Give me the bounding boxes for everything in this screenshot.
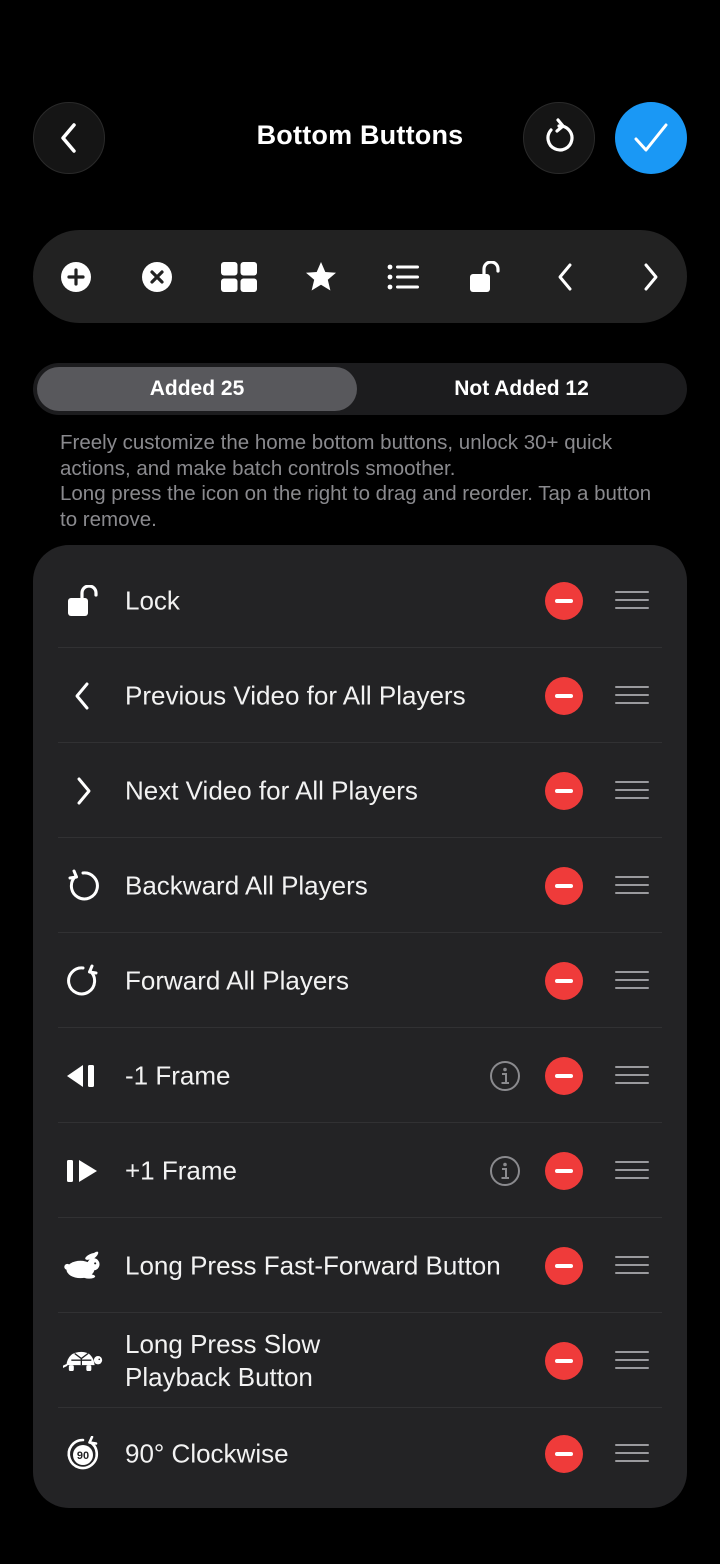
chevron-left-icon: [63, 676, 103, 716]
frame-forward-icon: [63, 1151, 103, 1191]
drag-handle-icon[interactable]: [615, 1443, 649, 1464]
remove-button[interactable]: [545, 1246, 583, 1285]
info-icon[interactable]: [489, 1060, 521, 1092]
remove-button[interactable]: [545, 771, 583, 810]
turtle-icon: [63, 1341, 103, 1381]
checkmark-icon: [634, 123, 668, 152]
drag-handle-icon[interactable]: [615, 590, 649, 611]
frame-back-icon: [63, 1056, 103, 1096]
description-line-2: Long press the icon on the right to drag…: [60, 482, 652, 531]
list-item-label: +1 Frame: [125, 1155, 237, 1185]
list-item-label: 90° Clockwise: [125, 1438, 289, 1468]
list-item[interactable]: Lock: [33, 553, 687, 648]
remove-button[interactable]: [545, 1151, 583, 1190]
reset-button[interactable]: [523, 102, 595, 174]
remove-button[interactable]: [545, 676, 583, 715]
drag-handle-icon[interactable]: [615, 1160, 649, 1181]
remove-button[interactable]: [545, 1434, 583, 1473]
list-item-label: Forward All Players: [125, 965, 349, 995]
rotate-cw-icon: [63, 961, 103, 1001]
unlock-icon: [63, 581, 103, 621]
list-item-label: -1 Frame: [125, 1060, 231, 1090]
remove-button[interactable]: [545, 1056, 583, 1095]
segmented-control: Added 25 Not Added 12: [33, 363, 687, 415]
reset-icon: [546, 118, 574, 152]
chevron-left-icon[interactable]: [543, 254, 589, 300]
chevron-right-icon: [63, 771, 103, 811]
list-item[interactable]: Backward All Players: [33, 838, 687, 933]
list-item[interactable]: 90 90° Clockwise: [33, 1406, 687, 1501]
tab-not-added[interactable]: Not Added 12: [360, 367, 683, 411]
page-title: Bottom Buttons: [256, 120, 464, 150]
rotate-90-icon: 90: [63, 1434, 103, 1474]
svg-text:90: 90: [77, 1450, 89, 1462]
list-item-label: Next Video for All Players: [125, 775, 418, 805]
list-item-label: Long Press Slow Playback Button: [125, 1328, 321, 1392]
list-item[interactable]: -1 Frame: [33, 1028, 687, 1123]
drag-handle-icon[interactable]: [615, 875, 649, 896]
tab-added[interactable]: Added 25: [37, 367, 357, 411]
list-item-label: Long Press Fast-Forward Button: [125, 1250, 501, 1280]
add-circle-icon[interactable]: [53, 254, 99, 300]
close-circle-icon[interactable]: [134, 254, 180, 300]
bottom-buttons-preview: [33, 230, 687, 323]
remove-button[interactable]: [545, 961, 583, 1000]
unlock-icon[interactable]: [462, 254, 508, 300]
list-item[interactable]: Forward All Players: [33, 933, 687, 1028]
info-icon[interactable]: [489, 1155, 521, 1187]
rabbit-icon: [63, 1246, 103, 1286]
list-item[interactable]: +1 Frame: [33, 1123, 687, 1218]
added-buttons-list: Lock Previous Video for All Players Next…: [33, 545, 687, 1508]
list-item-label: Lock: [125, 585, 180, 615]
list-item[interactable]: Next Video for All Players: [33, 743, 687, 838]
drag-handle-icon[interactable]: [615, 970, 649, 991]
drag-handle-icon[interactable]: [615, 1255, 649, 1276]
drag-handle-icon[interactable]: [615, 685, 649, 706]
remove-button[interactable]: [545, 866, 583, 905]
list-item[interactable]: Long Press Slow Playback Button: [33, 1313, 687, 1408]
list-item[interactable]: Previous Video for All Players: [33, 648, 687, 743]
list-icon[interactable]: [380, 254, 426, 300]
chevron-right-icon[interactable]: [627, 254, 673, 300]
description-line-1: Freely customize the home bottom buttons…: [60, 431, 613, 480]
drag-handle-icon[interactable]: [615, 1065, 649, 1086]
description-text: Freely customize the home bottom buttons…: [60, 430, 670, 532]
grid-icon[interactable]: [216, 254, 262, 300]
remove-button[interactable]: [545, 1341, 583, 1380]
star-icon[interactable]: [298, 254, 344, 300]
drag-handle-icon[interactable]: [615, 1350, 649, 1371]
drag-handle-icon[interactable]: [615, 780, 649, 801]
confirm-button[interactable]: [615, 102, 687, 174]
list-item-label: Backward All Players: [125, 870, 368, 900]
remove-button[interactable]: [545, 581, 583, 620]
list-item[interactable]: Long Press Fast-Forward Button: [33, 1218, 687, 1313]
list-item-label: Previous Video for All Players: [125, 680, 466, 710]
rotate-ccw-icon: [63, 866, 103, 906]
